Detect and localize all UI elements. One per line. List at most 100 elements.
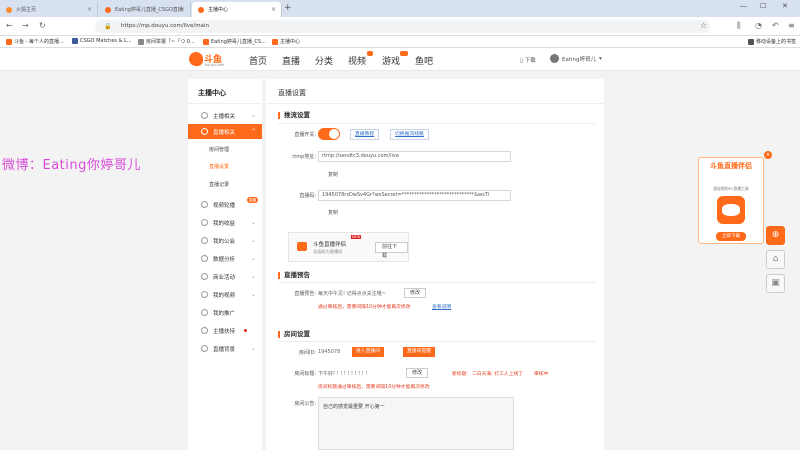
room-title-value: 下午好! ! ! ! ! ! ! ! ! ! [318, 371, 368, 377]
tutorial-link[interactable]: 直播教程 [350, 129, 380, 140]
nav-video[interactable]: 视频 [348, 54, 366, 67]
section-title-stream: 推流设置 [278, 112, 310, 119]
weibo-watermark: 微博：Eating你婷哥儿 [2, 158, 141, 173]
notification-dot [244, 329, 247, 332]
bookmark-item[interactable]: Eating婷哥儿直播_CS... [203, 38, 266, 45]
sidebar-item-guild[interactable]: 我的公会 ⌄ [188, 233, 262, 248]
tab-anchor-center[interactable]: 主播中心 × [192, 2, 282, 17]
new-tab-icon[interactable]: + [284, 3, 292, 13]
live-switch-toggle[interactable] [318, 128, 340, 140]
hltv-icon [72, 38, 78, 44]
nav-home[interactable]: 首页 [249, 54, 267, 67]
copy-rtmp-button[interactable]: 复制 [328, 171, 338, 178]
edit-notice-button[interactable]: 修改 [404, 288, 427, 298]
nav-live[interactable]: 直播 [282, 54, 300, 67]
library-icon[interactable]: ⫼ [737, 21, 741, 31]
sidebar-item-my-videos[interactable]: 我的视频 ⌄ [188, 287, 262, 302]
close-window-icon[interactable]: ✕ [782, 2, 788, 10]
bookmark-item[interactable]: 主播中心 [272, 38, 300, 45]
sidebar-item-support[interactable]: 主播扶持 [188, 323, 262, 338]
tv-icon [201, 128, 208, 135]
sidebar-item-promotion[interactable]: 我的推广 [188, 305, 262, 320]
app-download-icon[interactable]: ▣ [766, 274, 785, 293]
sidebar-sub-room-manage[interactable]: 房间管理 [188, 143, 262, 157]
sidebar-sub-live-records[interactable]: 直播记录 [188, 178, 262, 192]
lock-icon: 🔒 [104, 23, 112, 30]
briefcase-icon [201, 273, 208, 280]
image-icon [201, 345, 208, 352]
douyu-logo[interactable]: 斗鱼 douyu.com [189, 51, 229, 68]
close-icon[interactable]: × [764, 151, 772, 159]
divider [278, 282, 596, 283]
minimize-icon[interactable]: — [740, 2, 747, 10]
sidebar-item-anchor[interactable]: 主播相关 ⌄ [188, 108, 262, 123]
url-input[interactable]: 🔒 https://mp.douyu.com/live/main [95, 20, 710, 33]
forward-icon[interactable]: → [22, 21, 29, 30]
edit-title-button[interactable]: 修改 [406, 368, 429, 378]
undo-icon[interactable]: ↶ [772, 21, 779, 30]
close-icon[interactable]: × [271, 6, 276, 13]
room-reminder-button[interactable]: 直播间提醒 [403, 347, 435, 357]
recharge-icon[interactable]: ⊕ [766, 226, 785, 245]
reload-icon[interactable]: ↻ [39, 21, 46, 30]
bookmark-item[interactable]: 房间举报「~「つ 0... [138, 38, 195, 45]
page-title: 直播设置 [278, 89, 306, 97]
home-icon[interactable]: ⌂ [766, 250, 785, 269]
stream-code-field[interactable]: 1945078rzDwSv4Gr?wsSecret=**************… [318, 190, 511, 201]
switch-label: 直播开关: [294, 132, 316, 138]
menu-icon[interactable]: ≡ [788, 21, 795, 30]
back-icon[interactable]: ← [6, 21, 13, 30]
copy-code-button[interactable]: 复制 [328, 209, 338, 216]
app-icon [717, 196, 745, 224]
close-icon[interactable]: × [180, 6, 185, 13]
title-warning: 房间标题通过审核后，需要间隔10分钟才能再次修改 [318, 385, 430, 390]
nav-game[interactable]: 游戏 [382, 54, 400, 67]
status-badge: 直播 [247, 197, 258, 203]
review-status: 审核中 [534, 372, 549, 377]
user-menu[interactable]: Eating婷哥儿 ▾ [550, 54, 602, 63]
ad-title: 斗鱼直播伴侣 [710, 162, 752, 170]
douyu-icon [105, 6, 111, 13]
star-icon[interactable]: ☆ [700, 21, 707, 30]
tab-firefox-home[interactable]: 火狐主页 × [0, 2, 98, 17]
maximize-icon[interactable]: ☐ [760, 2, 766, 10]
mobile-bookmarks[interactable]: 移动设备上的书签 [748, 38, 796, 45]
page-icon [138, 38, 144, 45]
announcement-textarea[interactable]: 自己的感觉最重要 开心第一 [318, 397, 514, 450]
close-icon[interactable]: × [87, 6, 92, 13]
carousel-icon [201, 201, 208, 208]
sidebar-item-business[interactable]: 商业活动 ⌄ [188, 269, 262, 284]
view-explanation-link[interactable]: 查看说明 [432, 303, 451, 310]
sidebar-sub-live-settings[interactable]: 直播设置 [188, 160, 262, 174]
tab-douyu-live[interactable]: Eating婷哥儿直播_CSGO直播 × [99, 2, 191, 17]
chevron-down-icon: ⌄ [250, 112, 256, 119]
bookmark-item[interactable]: CSGO Matches & L... [72, 38, 132, 44]
room-id-value: 1945078 [318, 349, 341, 355]
chevron-up-icon: ⌃ [250, 128, 256, 135]
rtmp-field[interactable]: rtmp://sendtc3.douyu.com/live [318, 151, 511, 162]
address-bar: ← → ↻ 🔒 https://mp.douyu.com/live/main ☆… [0, 17, 800, 36]
sidebar-item-live[interactable]: 直播相关 ⌃ [188, 124, 262, 139]
douyu-icon [203, 38, 209, 45]
announcement-label: 房间公告: [294, 401, 316, 407]
companion-promo: 斗鱼直播伴侣 NEW 全面助力直播间 前往下载 [288, 232, 409, 262]
guild-icon [201, 237, 208, 244]
switch-line-link[interactable]: 切换推流线路 [390, 129, 429, 140]
ad-download-button[interactable]: 立即下载 [716, 232, 746, 241]
sidebar-item-earnings[interactable]: 我的收益 ⌄ [188, 215, 262, 230]
room-id-label: 房间ID: [298, 350, 316, 356]
bookmark-item[interactable]: 斗鱼 - 每个人的直播... [6, 38, 64, 45]
nav-fishbar[interactable]: 鱼吧 [415, 54, 433, 67]
download-link[interactable]: ▯ 下载 [520, 56, 536, 64]
account-icon[interactable]: ◔ [755, 21, 762, 30]
sidebar-title: 主播中心 [198, 89, 226, 97]
sidebar-item-analytics[interactable]: 数据分析 ⌄ [188, 251, 262, 266]
coin-icon [201, 219, 208, 226]
companion-ad[interactable]: 斗鱼直播伴侣 超轻便的PC直播工具 立即下载 [698, 157, 764, 244]
nav-category[interactable]: 分类 [315, 54, 333, 67]
enter-room-button[interactable]: 进入直播间 [352, 347, 384, 357]
sidebar-item-background[interactable]: 直播背景 ⌄ [188, 341, 262, 356]
new-title-value: 二白天海: 打工人上线了 [472, 372, 524, 377]
download-button[interactable]: 前往下载 [375, 242, 408, 259]
promo-subtitle: 全面助力直播间 [313, 249, 343, 254]
